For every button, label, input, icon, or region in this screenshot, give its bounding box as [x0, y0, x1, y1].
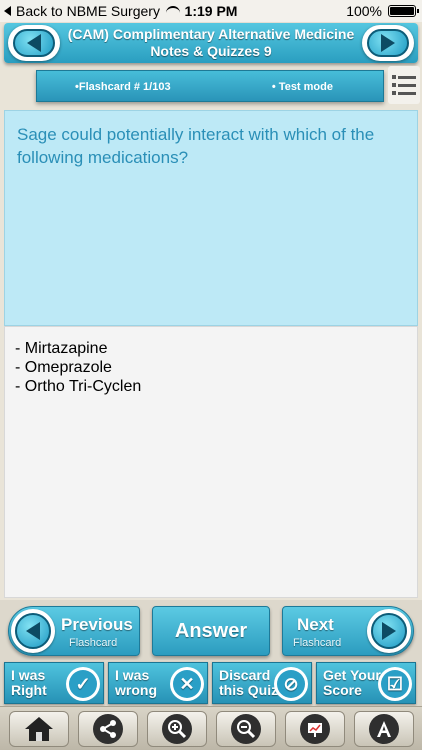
flashcard-controls: Previous Flashcard Answer Next Flashcard: [0, 600, 422, 660]
right-label-1: I was: [11, 667, 46, 683]
presentation-icon: [307, 722, 322, 737]
font-settings-button[interactable]: [353, 710, 414, 747]
discard-quiz-button[interactable]: Discard this Quiz ⊘: [212, 662, 312, 704]
next-deck-button[interactable]: [362, 25, 414, 61]
previous-flashcard-button[interactable]: Previous Flashcard: [8, 606, 140, 656]
arrow-right-icon: [381, 34, 395, 52]
next-circle-icon: [367, 609, 411, 653]
quiz-actions: I was Right ✓ I was wrong ✕ Discard this…: [0, 660, 422, 706]
i-was-right-button[interactable]: I was Right ✓: [4, 662, 104, 704]
answer-label: Answer: [174, 620, 248, 642]
battery-percentage: 100%: [346, 3, 382, 19]
next-label: Next: [297, 615, 334, 634]
previous-label: Previous: [61, 615, 133, 634]
wrong-label-2: wrong: [115, 682, 157, 698]
answer-panel: - Mirtazapine - Omeprazole - Ortho Tri-C…: [4, 326, 418, 598]
wrong-label-1: I was: [115, 667, 150, 683]
previous-sub-label: Flashcard: [69, 637, 118, 649]
font-icon: [376, 720, 391, 737]
prohibited-icon: ⊘: [274, 667, 308, 701]
next-sub-label: Flashcard: [293, 637, 342, 649]
score-label-2: Score: [323, 682, 362, 698]
menu-icon[interactable]: [388, 66, 420, 104]
answer-option: - Omeprazole: [15, 359, 112, 376]
next-flashcard-button[interactable]: Next Flashcard: [282, 606, 414, 656]
score-label-1: Get Your: [323, 667, 381, 683]
share-button[interactable]: [77, 710, 138, 747]
question-text: Sage could potentially interact with whi…: [17, 125, 375, 167]
previous-circle-icon: [11, 609, 55, 653]
previous-deck-button[interactable]: [8, 25, 60, 61]
zoom-out-button[interactable]: [215, 710, 276, 747]
cross-icon: ✕: [170, 667, 204, 701]
presentation-button[interactable]: [284, 710, 345, 747]
zoom-out-icon: [236, 719, 255, 738]
scorecard-icon: ☑: [378, 667, 412, 701]
discard-label-2: this Quiz: [219, 682, 279, 698]
question-panel: Sage could potentially interact with whi…: [4, 110, 418, 326]
battery-icon: [388, 5, 419, 17]
title-line-1: (CAM) Complimentary Alternative Medicine: [67, 26, 355, 42]
share-icon: [99, 719, 116, 738]
bottom-toolbar: [0, 706, 422, 750]
home-icon: [24, 716, 53, 741]
answer-button[interactable]: Answer: [152, 606, 270, 656]
home-button[interactable]: [8, 710, 69, 747]
zoom-in-icon: [167, 719, 186, 738]
discard-label-1: Discard: [219, 667, 271, 683]
i-was-wrong-button[interactable]: I was wrong ✕: [108, 662, 208, 704]
get-score-button[interactable]: Get Your Score ☑: [316, 662, 416, 704]
answer-option: - Mirtazapine: [15, 340, 108, 357]
mode-indicator: • Test mode: [271, 81, 333, 93]
page-title: (CAM) Complimentary Alternative Medicine…: [56, 26, 366, 60]
status-bar: Back to NBME Surgery 1:19 PM 100%: [0, 0, 422, 22]
arrow-left-icon: [27, 34, 41, 52]
flashcard-info-bar: •Flashcard # 1/103 • Test mode: [36, 70, 384, 102]
zoom-in-button[interactable]: [146, 710, 207, 747]
right-label-2: Right: [11, 682, 47, 698]
checkmark-icon: ✓: [66, 667, 100, 701]
answer-option: - Ortho Tri-Cyclen: [15, 378, 142, 395]
title-bar: (CAM) Complimentary Alternative Medicine…: [4, 23, 418, 63]
title-line-2: Notes & Quizzes 9: [150, 43, 272, 59]
flashcard-counter: •Flashcard # 1/103: [75, 81, 171, 93]
